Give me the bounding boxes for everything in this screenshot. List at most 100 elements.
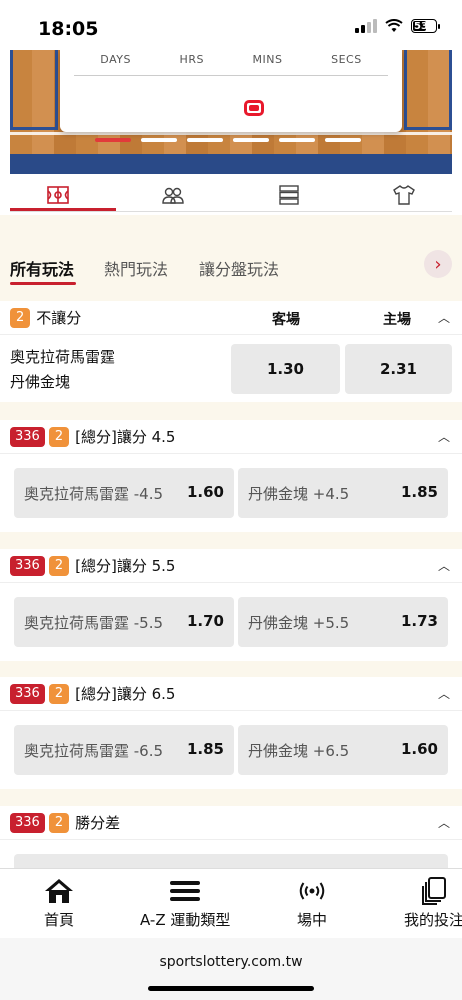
signal-icon [355, 19, 377, 33]
handicap-home-odd: 1.60 [400, 740, 438, 758]
carousel-dots[interactable] [95, 138, 361, 142]
tab-court[interactable] [0, 175, 116, 215]
team-home-name: 丹佛金塊 [10, 373, 71, 391]
team-names: 奧克拉荷馬雷霆 丹佛金塊 [10, 345, 115, 395]
countdown-divider [74, 75, 388, 76]
players-icon [162, 187, 184, 204]
bottom-nav: 首頁 A-Z 運動類型 場中 我的投注 [0, 868, 462, 938]
handicap-home-button[interactable]: 丹佛金塊 +6.5 1.60 [238, 725, 448, 775]
status-icons: 53 [355, 19, 440, 33]
market-title: [總分]讓分 4.5 [75, 428, 176, 446]
market-title: 勝分差 [75, 814, 121, 832]
tab-handicap-bets[interactable]: 讓分盤玩法 [199, 256, 279, 280]
handicap-away-button[interactable]: 奧克拉荷馬雷霆 -4.5 1.60 [14, 468, 234, 518]
battery-level: 53 [414, 20, 428, 32]
copy-icon [422, 877, 446, 905]
nav-home[interactable]: 首頁 [44, 877, 74, 930]
market-title: [總分]讓分 6.5 [75, 685, 176, 703]
market-id-badge: 336 [10, 812, 45, 833]
market-header[interactable]: 336 2 [總分]讓分 6.5 ︿ [0, 677, 462, 711]
status-time: 18:05 [38, 18, 99, 40]
market-header[interactable]: 2 不讓分 客場 主場 ︿ [0, 301, 462, 335]
odd-away-button[interactable]: 1.30 [231, 344, 340, 394]
handicap-away-odd: 1.70 [186, 612, 224, 630]
market-moneyline: 2 不讓分 客場 主場 ︿ 奧克拉荷馬雷霆 丹佛金塊 1.30 2.31 [0, 301, 462, 402]
nav-live[interactable]: 場中 [297, 877, 327, 930]
chevron-right-icon: › [434, 253, 442, 275]
handicap-home-button[interactable]: 丹佛金塊 +5.5 1.73 [238, 597, 448, 647]
market-handicap-6-5: 336 2 [總分]讓分 6.5 ︿ 奧克拉荷馬雷霆 -6.5 1.85 丹佛金… [0, 677, 462, 789]
nav-sports-az-label: A-Z 運動類型 [140, 911, 231, 929]
active-tab-underline [10, 282, 76, 285]
next-tabs-button[interactable]: › [424, 250, 452, 278]
live-indicator-icon [244, 100, 264, 116]
battery-icon: 53 [411, 19, 440, 33]
countdown-days-label: DAYS [100, 53, 131, 66]
handicap-home-button[interactable]: 丹佛金塊 +4.5 1.85 [238, 468, 448, 518]
handicap-away-label: 奧克拉荷馬雷霆 -5.5 [24, 614, 164, 632]
market-count-badge: 2 [10, 307, 31, 328]
market-winning-margin: 336 2 勝分差 ︿ [0, 806, 462, 868]
court-icon [46, 186, 69, 204]
countdown-panel: DAYS HRS MINS SECS [60, 50, 402, 132]
margin-options[interactable] [14, 854, 448, 868]
status-bar: 18:05 53 [0, 0, 462, 50]
market-title: [總分]讓分 5.5 [75, 557, 176, 575]
browser-url-bar: sportslottery.com.tw [0, 938, 462, 1000]
handicap-home-label: 丹佛金塊 +5.5 [248, 614, 350, 632]
handicap-home-odd: 1.73 [400, 612, 438, 630]
live-broadcast-icon [299, 882, 325, 900]
market-header[interactable]: 336 2 [總分]讓分 5.5 ︿ [0, 549, 462, 583]
market-title: 不讓分 [36, 309, 82, 327]
chevron-up-icon[interactable]: ︿ [438, 309, 450, 326]
tab-all-bets[interactable]: 所有玩法 [10, 256, 74, 280]
stats-icon [279, 185, 299, 205]
wifi-icon [385, 19, 403, 32]
handicap-away-label: 奧克拉荷馬雷霆 -6.5 [24, 742, 164, 760]
away-column-label: 客場 [272, 312, 300, 328]
home-icon [45, 879, 73, 903]
countdown-mins-label: MINS [252, 53, 283, 66]
tab-players[interactable] [116, 175, 232, 215]
market-handicap-5-5: 336 2 [總分]讓分 5.5 ︿ 奧克拉荷馬雷霆 -5.5 1.70 丹佛金… [0, 549, 462, 661]
market-count-badge: 2 [48, 555, 70, 576]
handicap-away-button[interactable]: 奧克拉荷馬雷霆 -5.5 1.70 [14, 597, 234, 647]
icon-tabs [0, 175, 462, 215]
chevron-up-icon[interactable]: ︿ [438, 685, 450, 702]
odd-home-button[interactable]: 2.31 [345, 344, 452, 394]
handicap-away-label: 奧克拉荷馬雷霆 -4.5 [24, 485, 164, 503]
url-text[interactable]: sportslottery.com.tw [0, 954, 462, 970]
jersey-icon [393, 185, 416, 205]
bet-type-tabs: 所有玩法 熱門玩法 讓分盤玩法 › [0, 248, 462, 288]
menu-icon [170, 881, 201, 901]
market-id-badge: 336 [10, 426, 45, 447]
nav-home-label: 首頁 [44, 911, 75, 929]
nav-live-label: 場中 [297, 911, 328, 929]
market-count-badge: 2 [48, 812, 70, 833]
market-id-badge: 336 [10, 683, 45, 704]
handicap-home-odd: 1.85 [400, 483, 438, 501]
icon-tabs-divider [10, 211, 452, 212]
market-handicap-4-5: 336 2 [總分]讓分 4.5 ︿ 奧克拉荷馬雷霆 -4.5 1.60 丹佛金… [0, 420, 462, 532]
nav-sports-az[interactable]: A-Z 運動類型 [140, 877, 230, 930]
tab-stats[interactable] [231, 175, 347, 215]
market-count-badge: 2 [48, 426, 70, 447]
countdown-secs-label: SECS [331, 53, 362, 66]
home-column-label: 主場 [383, 312, 411, 328]
market-count-badge: 2 [48, 683, 70, 704]
market-header[interactable]: 336 2 勝分差 ︿ [0, 806, 462, 840]
tab-jersey[interactable] [347, 175, 462, 215]
home-indicator [148, 986, 314, 991]
chevron-up-icon[interactable]: ︿ [438, 814, 450, 831]
nav-my-bets[interactable]: 我的投注 [404, 877, 462, 930]
market-id-badge: 336 [10, 555, 45, 576]
handicap-home-label: 丹佛金塊 +6.5 [248, 742, 350, 760]
countdown-labels: DAYS HRS MINS SECS [60, 50, 402, 66]
handicap-away-button[interactable]: 奧克拉荷馬雷霆 -6.5 1.85 [14, 725, 234, 775]
handicap-home-label: 丹佛金塊 +4.5 [248, 485, 350, 503]
tab-popular-bets[interactable]: 熱門玩法 [104, 256, 168, 280]
market-header[interactable]: 336 2 [總分]讓分 4.5 ︿ [0, 420, 462, 454]
chevron-up-icon[interactable]: ︿ [438, 428, 450, 445]
chevron-up-icon[interactable]: ︿ [438, 557, 450, 574]
countdown-hrs-label: HRS [179, 53, 204, 66]
